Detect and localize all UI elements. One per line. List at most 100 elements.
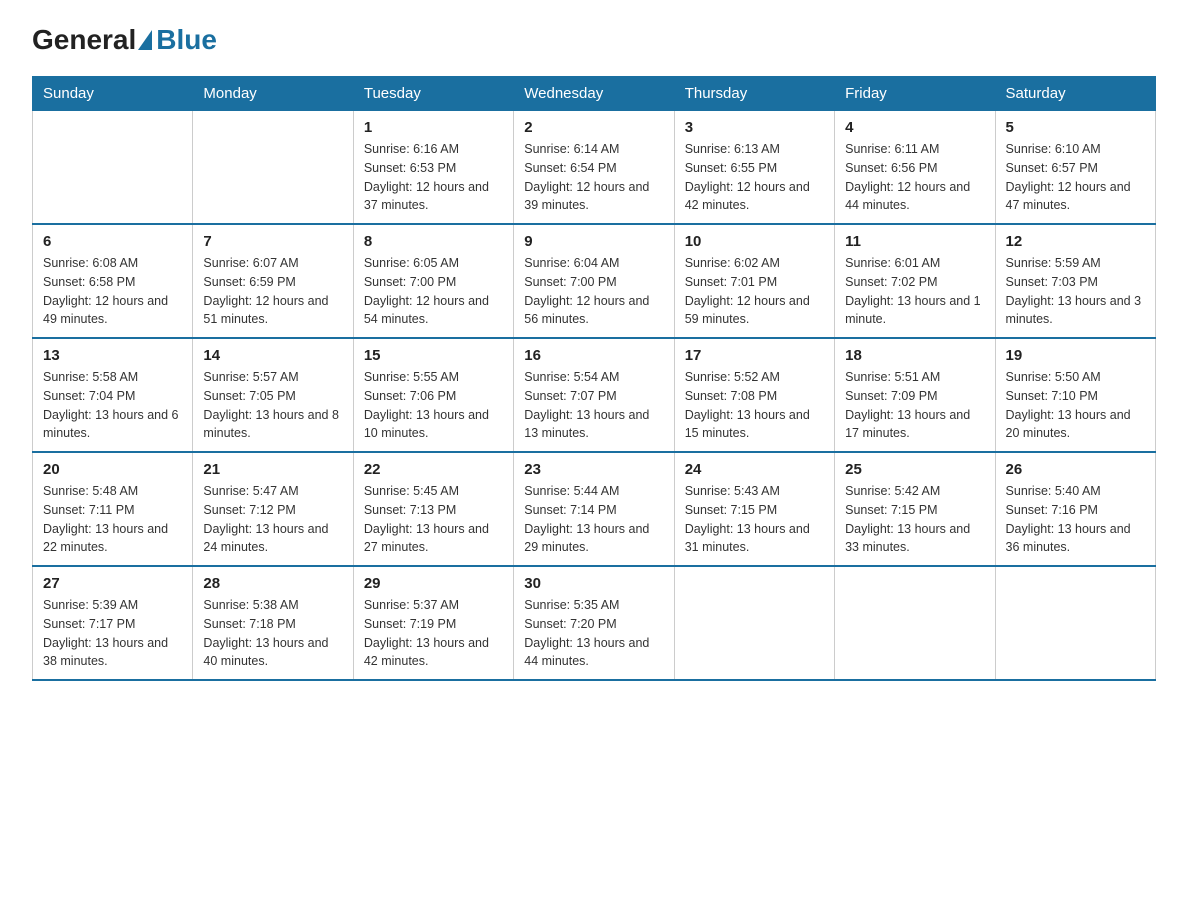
day-info: Sunrise: 6:13 AMSunset: 6:55 PMDaylight:… xyxy=(685,140,824,215)
day-number: 16 xyxy=(524,347,663,364)
header-day-thursday: Thursday xyxy=(674,77,834,111)
header-day-wednesday: Wednesday xyxy=(514,77,674,111)
day-number: 23 xyxy=(524,461,663,478)
day-number: 1 xyxy=(364,119,503,136)
day-cell: 21 Sunrise: 5:47 AMSunset: 7:12 PMDayligh… xyxy=(193,452,353,566)
logo-blue-text: Blue xyxy=(156,24,217,56)
day-number: 7 xyxy=(203,233,342,250)
day-cell: 27 Sunrise: 5:39 AMSunset: 7:17 PMDayligh… xyxy=(33,566,193,680)
day-number: 11 xyxy=(845,233,984,250)
day-info: Sunrise: 5:42 AMSunset: 7:15 PMDaylight:… xyxy=(845,482,984,557)
page-header: General Blue xyxy=(32,24,1156,56)
day-cell xyxy=(995,566,1155,680)
day-cell: 19Sunrise: 5:50 AMSunset: 7:10 PMDayligh… xyxy=(995,338,1155,452)
day-cell: 7 Sunrise: 6:07 AMSunset: 6:59 PMDaylight… xyxy=(193,224,353,338)
day-number: 18 xyxy=(845,347,984,364)
day-number: 3 xyxy=(685,119,824,136)
day-number: 2 xyxy=(524,119,663,136)
day-cell: 6Sunrise: 6:08 AMSunset: 6:58 PMDaylight… xyxy=(33,224,193,338)
day-info: Sunrise: 5:52 AMSunset: 7:08 PMDaylight:… xyxy=(685,368,824,443)
day-info: Sunrise: 6:02 AMSunset: 7:01 PMDaylight:… xyxy=(685,254,824,329)
day-cell: 20Sunrise: 5:48 AMSunset: 7:11 PMDayligh… xyxy=(33,452,193,566)
day-cell: 25Sunrise: 5:42 AMSunset: 7:15 PMDayligh… xyxy=(835,452,995,566)
day-info: Sunrise: 6:05 AMSunset: 7:00 PMDaylight:… xyxy=(364,254,503,329)
day-cell: 5Sunrise: 6:10 AMSunset: 6:57 PMDaylight… xyxy=(995,111,1155,225)
day-info: Sunrise: 5:45 AMSunset: 7:13 PMDaylight:… xyxy=(364,482,503,557)
day-cell: 17 Sunrise: 5:52 AMSunset: 7:08 PMDayligh… xyxy=(674,338,834,452)
day-info: Sunrise: 5:38 AMSunset: 7:18 PMDaylight:… xyxy=(203,596,342,671)
day-cell: 10 Sunrise: 6:02 AMSunset: 7:01 PMDayligh… xyxy=(674,224,834,338)
day-info: Sunrise: 6:08 AMSunset: 6:58 PMDaylight:… xyxy=(43,254,182,329)
header-day-tuesday: Tuesday xyxy=(353,77,513,111)
day-number: 17 xyxy=(685,347,824,364)
day-info: Sunrise: 6:10 AMSunset: 6:57 PMDaylight:… xyxy=(1006,140,1145,215)
day-cell xyxy=(193,111,353,225)
day-number: 28 xyxy=(203,575,342,592)
logo: General Blue xyxy=(32,24,217,56)
day-cell: 11 Sunrise: 6:01 AMSunset: 7:02 PMDayligh… xyxy=(835,224,995,338)
day-info: Sunrise: 5:43 AMSunset: 7:15 PMDaylight:… xyxy=(685,482,824,557)
day-cell: 24 Sunrise: 5:43 AMSunset: 7:15 PMDayligh… xyxy=(674,452,834,566)
day-cell xyxy=(835,566,995,680)
day-number: 19 xyxy=(1006,347,1145,364)
day-info: Sunrise: 6:01 AMSunset: 7:02 PMDaylight:… xyxy=(845,254,984,329)
day-cell: 26 Sunrise: 5:40 AMSunset: 7:16 PMDayligh… xyxy=(995,452,1155,566)
day-info: Sunrise: 5:44 AMSunset: 7:14 PMDaylight:… xyxy=(524,482,663,557)
day-info: Sunrise: 5:37 AMSunset: 7:19 PMDaylight:… xyxy=(364,596,503,671)
day-number: 24 xyxy=(685,461,824,478)
day-info: Sunrise: 5:35 AMSunset: 7:20 PMDaylight:… xyxy=(524,596,663,671)
day-cell: 3 Sunrise: 6:13 AMSunset: 6:55 PMDaylight… xyxy=(674,111,834,225)
day-number: 13 xyxy=(43,347,182,364)
day-number: 12 xyxy=(1006,233,1145,250)
day-cell xyxy=(674,566,834,680)
day-info: Sunrise: 6:16 AMSunset: 6:53 PMDaylight:… xyxy=(364,140,503,215)
week-row-3: 13Sunrise: 5:58 AMSunset: 7:04 PMDayligh… xyxy=(33,338,1156,452)
day-info: Sunrise: 5:39 AMSunset: 7:17 PMDaylight:… xyxy=(43,596,182,671)
day-number: 26 xyxy=(1006,461,1145,478)
day-cell: 8 Sunrise: 6:05 AMSunset: 7:00 PMDaylight… xyxy=(353,224,513,338)
day-cell: 12 Sunrise: 5:59 AMSunset: 7:03 PMDayligh… xyxy=(995,224,1155,338)
day-number: 15 xyxy=(364,347,503,364)
day-number: 27 xyxy=(43,575,182,592)
day-info: Sunrise: 5:40 AMSunset: 7:16 PMDaylight:… xyxy=(1006,482,1145,557)
day-number: 29 xyxy=(364,575,503,592)
week-row-4: 20Sunrise: 5:48 AMSunset: 7:11 PMDayligh… xyxy=(33,452,1156,566)
day-cell: 23 Sunrise: 5:44 AMSunset: 7:14 PMDayligh… xyxy=(514,452,674,566)
day-number: 22 xyxy=(364,461,503,478)
day-number: 14 xyxy=(203,347,342,364)
day-cell: 1 Sunrise: 6:16 AMSunset: 6:53 PMDaylight… xyxy=(353,111,513,225)
day-cell: 14 Sunrise: 5:57 AMSunset: 7:05 PMDayligh… xyxy=(193,338,353,452)
day-number: 20 xyxy=(43,461,182,478)
header-row: SundayMondayTuesdayWednesdayThursdayFrid… xyxy=(33,77,1156,111)
day-info: Sunrise: 6:11 AMSunset: 6:56 PMDaylight:… xyxy=(845,140,984,215)
day-cell: 29 Sunrise: 5:37 AMSunset: 7:19 PMDayligh… xyxy=(353,566,513,680)
day-cell: 18 Sunrise: 5:51 AMSunset: 7:09 PMDayligh… xyxy=(835,338,995,452)
day-number: 10 xyxy=(685,233,824,250)
day-cell: 22 Sunrise: 5:45 AMSunset: 7:13 PMDayligh… xyxy=(353,452,513,566)
day-cell: 28 Sunrise: 5:38 AMSunset: 7:18 PMDayligh… xyxy=(193,566,353,680)
day-cell: 16 Sunrise: 5:54 AMSunset: 7:07 PMDayligh… xyxy=(514,338,674,452)
day-info: Sunrise: 6:04 AMSunset: 7:00 PMDaylight:… xyxy=(524,254,663,329)
calendar-table: SundayMondayTuesdayWednesdayThursdayFrid… xyxy=(32,76,1156,681)
calendar-header: SundayMondayTuesdayWednesdayThursdayFrid… xyxy=(33,77,1156,111)
header-day-saturday: Saturday xyxy=(995,77,1155,111)
day-info: Sunrise: 5:51 AMSunset: 7:09 PMDaylight:… xyxy=(845,368,984,443)
logo-triangle-icon xyxy=(138,30,152,50)
day-cell: 4 Sunrise: 6:11 AMSunset: 6:56 PMDaylight… xyxy=(835,111,995,225)
day-info: Sunrise: 5:59 AMSunset: 7:03 PMDaylight:… xyxy=(1006,254,1145,329)
day-cell: 2 Sunrise: 6:14 AMSunset: 6:54 PMDaylight… xyxy=(514,111,674,225)
day-number: 21 xyxy=(203,461,342,478)
day-info: Sunrise: 6:14 AMSunset: 6:54 PMDaylight:… xyxy=(524,140,663,215)
week-row-5: 27 Sunrise: 5:39 AMSunset: 7:17 PMDayligh… xyxy=(33,566,1156,680)
logo-general-text: General xyxy=(32,24,136,56)
day-info: Sunrise: 5:55 AMSunset: 7:06 PMDaylight:… xyxy=(364,368,503,443)
day-cell: 15 Sunrise: 5:55 AMSunset: 7:06 PMDayligh… xyxy=(353,338,513,452)
day-info: Sunrise: 5:47 AMSunset: 7:12 PMDaylight:… xyxy=(203,482,342,557)
day-info: Sunrise: 5:57 AMSunset: 7:05 PMDaylight:… xyxy=(203,368,342,443)
day-number: 8 xyxy=(364,233,503,250)
day-info: Sunrise: 6:07 AMSunset: 6:59 PMDaylight:… xyxy=(203,254,342,329)
day-info: Sunrise: 5:54 AMSunset: 7:07 PMDaylight:… xyxy=(524,368,663,443)
day-cell: 13Sunrise: 5:58 AMSunset: 7:04 PMDayligh… xyxy=(33,338,193,452)
week-row-2: 6Sunrise: 6:08 AMSunset: 6:58 PMDaylight… xyxy=(33,224,1156,338)
day-number: 4 xyxy=(845,119,984,136)
